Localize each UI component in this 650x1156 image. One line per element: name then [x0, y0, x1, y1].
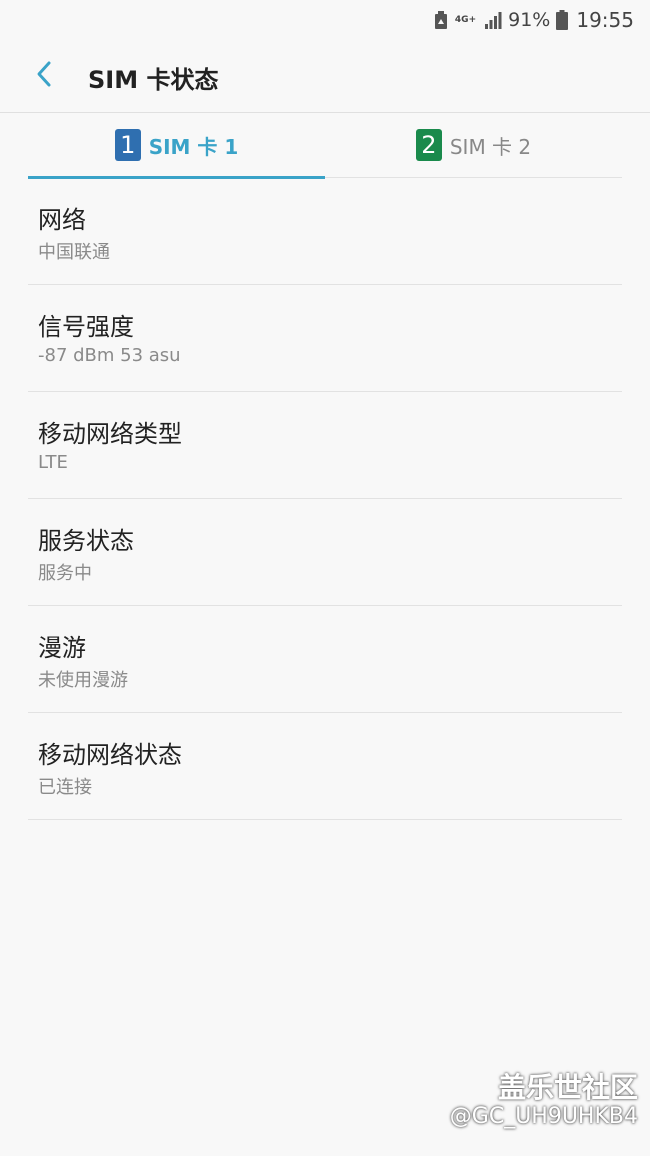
back-button[interactable]: [24, 54, 64, 98]
tab-sim-2-label: SIM 卡 2: [449, 134, 532, 159]
watermark-brand: 盖乐世社区: [497, 1071, 638, 1104]
status-icons: 4G+ 91% 19:55: [433, 8, 634, 32]
page-title: SIM 卡状态: [88, 66, 219, 94]
tab-sim-1-label: SIM 卡 1: [148, 134, 239, 159]
back-arrow-icon: [34, 60, 54, 92]
signal-icon: [484, 11, 502, 29]
list-item-title: 移动网络状态: [38, 741, 182, 769]
tab-sim-1[interactable]: 1 SIM 卡 1: [28, 113, 325, 177]
status-time: 19:55: [576, 8, 634, 32]
list-item-value: LTE: [38, 452, 68, 473]
list-item-title: 漫游: [38, 634, 86, 662]
list-item-value: 已连接: [38, 777, 92, 798]
list-item-network: 网络 中国联通: [28, 178, 622, 285]
list-item-value: 服务中: [38, 563, 92, 584]
list-item-mobile-network-state: 移动网络状态 已连接: [28, 713, 622, 820]
list-item-signal-strength: 信号强度 -87 dBm 53 asu: [28, 285, 622, 392]
recycle-notification-icon: [433, 10, 449, 30]
list-item-title: 信号强度: [38, 313, 134, 341]
battery-icon: [556, 10, 569, 30]
list-item-title: 网络: [38, 206, 86, 234]
sim-status-list: 网络 中国联通 信号强度 -87 dBm 53 asu 移动网络类型 LTE 服…: [28, 178, 622, 820]
list-item-value: -87 dBm 53 asu: [38, 345, 181, 366]
battery-percent: 91%: [508, 9, 551, 31]
sim-tab-bar: 1 SIM 卡 1 2 SIM 卡 2: [28, 113, 622, 179]
network-4g-icon: 4G+: [454, 14, 477, 25]
list-item-value: 中国联通: [38, 242, 110, 263]
list-item-title: 移动网络类型: [38, 420, 182, 448]
sim-1-badge-icon: 1: [114, 129, 141, 161]
watermark-user: @GC_UH9UHKB4: [449, 1104, 638, 1129]
status-bar: 4G+ 91% 19:55: [0, 0, 650, 40]
app-header: SIM 卡状态: [0, 40, 650, 113]
list-item-roaming: 漫游 未使用漫游: [28, 606, 622, 713]
list-item-mobile-network-type: 移动网络类型 LTE: [28, 392, 622, 499]
list-item-title: 服务状态: [38, 527, 134, 555]
list-item-value: 未使用漫游: [38, 670, 128, 691]
sim-2-badge-icon: 2: [415, 129, 442, 161]
tab-sim-2[interactable]: 2 SIM 卡 2: [325, 113, 622, 177]
list-item-service-state: 服务状态 服务中: [28, 499, 622, 606]
